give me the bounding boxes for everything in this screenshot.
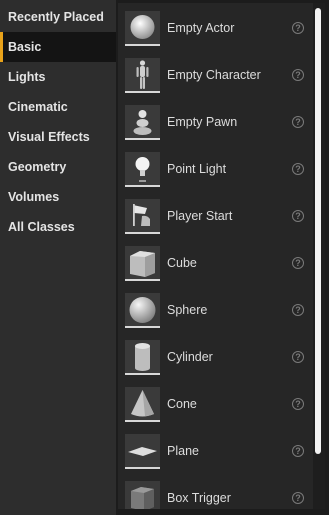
place-actors-panel: Recently Placed Basic Lights Cinematic V…	[0, 0, 329, 515]
category-volumes[interactable]: Volumes	[0, 182, 116, 212]
help-icon[interactable]: ?	[292, 69, 304, 81]
box-trigger-icon	[125, 481, 160, 509]
cube-icon	[125, 246, 160, 281]
cylinder-icon	[125, 340, 160, 375]
actor-item-empty-pawn[interactable]: Empty Pawn ?	[118, 101, 314, 148]
help-icon[interactable]: ?	[292, 257, 304, 269]
actor-item-box-trigger[interactable]: Box Trigger ?	[118, 477, 314, 509]
category-basic[interactable]: Basic	[0, 32, 116, 62]
actor-item-label: Cylinder	[167, 350, 213, 364]
help-icon[interactable]: ?	[292, 163, 304, 175]
actor-item-player-start[interactable]: Player Start ?	[118, 195, 314, 242]
help-icon[interactable]: ?	[292, 304, 304, 316]
flag-icon	[125, 199, 160, 234]
mannequin-icon	[125, 58, 160, 93]
category-visual-effects[interactable]: Visual Effects	[0, 122, 116, 152]
actor-item-cone[interactable]: Cone ?	[118, 383, 314, 430]
actor-item-empty-actor[interactable]: Empty Actor ?	[118, 7, 314, 54]
actor-item-point-light[interactable]: Point Light ?	[118, 148, 314, 195]
category-recently-placed[interactable]: Recently Placed	[0, 2, 116, 32]
actor-item-cube[interactable]: Cube ?	[118, 242, 314, 289]
lightbulb-icon	[125, 152, 160, 187]
actor-item-label: Empty Character	[167, 68, 261, 82]
category-all-classes[interactable]: All Classes	[0, 212, 116, 242]
actor-item-empty-character[interactable]: Empty Character ?	[118, 54, 314, 101]
scrollbar-thumb[interactable]	[315, 8, 321, 454]
actor-item-label: Cube	[167, 256, 197, 270]
actor-item-label: Empty Pawn	[167, 115, 238, 129]
actor-item-label: Box Trigger	[167, 491, 231, 505]
category-lights[interactable]: Lights	[0, 62, 116, 92]
help-icon[interactable]: ?	[292, 210, 304, 222]
actor-item-sphere[interactable]: Sphere ?	[118, 289, 314, 336]
plane-icon	[125, 434, 160, 469]
actor-item-label: Sphere	[167, 303, 208, 317]
help-icon[interactable]: ?	[292, 116, 304, 128]
actor-item-label: Cone	[167, 397, 197, 411]
help-icon[interactable]: ?	[292, 351, 304, 363]
actor-list: Empty Actor ? Empty Character ? Empty Pa…	[118, 3, 325, 509]
actor-item-label: Plane	[167, 444, 199, 458]
help-icon[interactable]: ?	[292, 398, 304, 410]
actor-item-label: Point Light	[167, 162, 227, 176]
actor-item-plane[interactable]: Plane ?	[118, 430, 314, 477]
sphere-icon	[125, 293, 160, 328]
sphere-actor-icon	[125, 11, 160, 46]
category-sidebar: Recently Placed Basic Lights Cinematic V…	[0, 0, 116, 515]
category-cinematic[interactable]: Cinematic	[0, 92, 116, 122]
actor-item-label: Player Start	[167, 209, 233, 223]
actor-item-cylinder[interactable]: Cylinder ?	[118, 336, 314, 383]
cone-icon	[125, 387, 160, 422]
help-icon[interactable]: ?	[292, 22, 304, 34]
pawn-icon	[125, 105, 160, 140]
category-geometry[interactable]: Geometry	[0, 152, 116, 182]
help-icon[interactable]: ?	[292, 445, 304, 457]
help-icon[interactable]: ?	[292, 492, 304, 504]
actor-item-label: Empty Actor	[167, 21, 235, 35]
